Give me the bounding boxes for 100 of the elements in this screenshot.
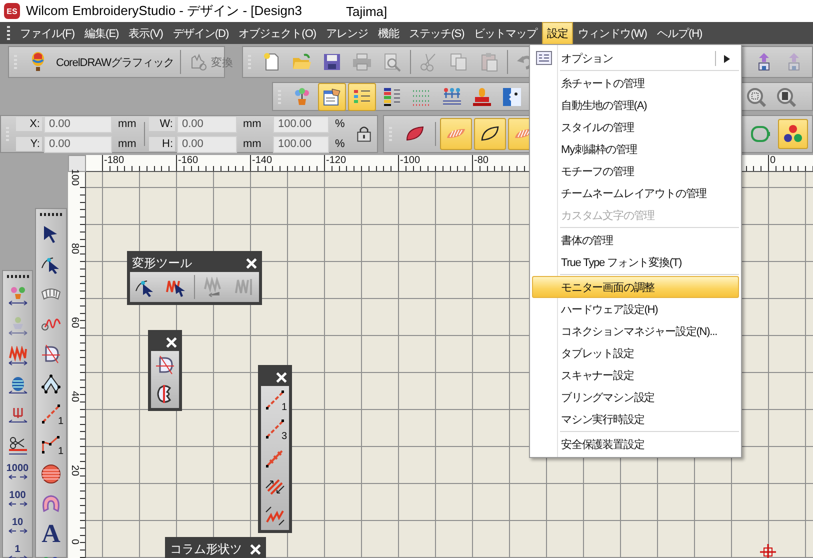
color-bars-icon bbox=[382, 86, 402, 106]
menu-item[interactable]: マシン実行時設定 bbox=[532, 408, 739, 430]
field-label: H: bbox=[149, 137, 175, 151]
input-field[interactable]: 100.00 bbox=[273, 136, 329, 152]
flower-arrows-icon bbox=[8, 286, 28, 306]
unit-label: % bbox=[334, 138, 346, 150]
document-hand-icon bbox=[322, 86, 342, 106]
menu-item[interactable]: タブレット設定 bbox=[532, 342, 739, 364]
close-button[interactable] bbox=[246, 258, 257, 268]
menu-item[interactable]: ステッチ(S) bbox=[404, 22, 470, 44]
hoop-icon bbox=[751, 124, 771, 144]
menu-item[interactable]: ハードウェア設定(H) bbox=[532, 298, 739, 320]
dashed-line-icon bbox=[265, 419, 285, 439]
menu-item[interactable]: True Type フォント変換(T) bbox=[532, 251, 739, 273]
menu-item[interactable]: オプション bbox=[532, 47, 739, 69]
menu-item[interactable]: スタイルの管理 bbox=[532, 116, 739, 138]
input-field[interactable]: 0.00 bbox=[44, 116, 112, 132]
step-size-button[interactable]: 10 bbox=[3, 515, 32, 541]
input-field[interactable]: 0.00 bbox=[177, 136, 237, 152]
unit-label: mm bbox=[242, 138, 262, 150]
tool-button[interactable] bbox=[474, 118, 506, 150]
close-icon bbox=[246, 258, 257, 268]
menu-item[interactable]: アレンジ bbox=[321, 22, 374, 44]
window-title: Wilcom EmbroideryStudio - デザイン - [Design3 bbox=[26, 2, 302, 20]
unit-label: % bbox=[334, 118, 346, 130]
copy-icon bbox=[449, 52, 469, 72]
menu-item[interactable]: チームネームレイアウトの管理 bbox=[532, 182, 739, 204]
field-label: X: bbox=[16, 117, 42, 131]
menu-item[interactable]: デザイン(D) bbox=[168, 22, 234, 44]
arrow-line-icon bbox=[265, 448, 285, 468]
close-button[interactable] bbox=[166, 336, 177, 348]
tool-button[interactable] bbox=[348, 82, 376, 110]
zigzag-arrows-icon bbox=[8, 346, 28, 366]
step-size-button[interactable]: 100 bbox=[3, 488, 32, 514]
menu-item[interactable]: ブリングマシン設定 bbox=[532, 386, 739, 408]
scissors-icon bbox=[8, 436, 28, 456]
ruler-number: -160 bbox=[176, 155, 198, 166]
dashed-line-icon bbox=[41, 404, 61, 424]
input-field[interactable]: 0.00 bbox=[44, 136, 112, 152]
menu-item[interactable]: ヘルプ(H) bbox=[652, 22, 708, 44]
letter-shape-icon bbox=[155, 355, 175, 375]
menu-item[interactable]: ウィンドウ(W) bbox=[573, 22, 652, 44]
zigzag-arrow-icon bbox=[203, 277, 223, 297]
ruler-number: 80 bbox=[69, 243, 80, 254]
step-size-button[interactable]: 1 bbox=[3, 542, 32, 558]
people-icon bbox=[442, 86, 462, 106]
menu-item[interactable]: スキャナー設定 bbox=[532, 364, 739, 386]
stamp-icon bbox=[472, 86, 492, 106]
menu-item[interactable]: 表示(V) bbox=[124, 22, 168, 44]
menu-item[interactable]: 自動生地の管理(A) bbox=[532, 94, 739, 116]
page-magnifier-icon bbox=[382, 52, 402, 72]
menu-item[interactable]: ビットマップ bbox=[469, 22, 542, 44]
striped-circle-icon bbox=[41, 464, 61, 484]
tool-button[interactable]: 3 bbox=[261, 415, 289, 443]
ring-icon bbox=[41, 494, 61, 514]
unit-label: mm bbox=[117, 118, 138, 130]
menu-item[interactable]: モチーフの管理 bbox=[532, 160, 739, 182]
zoom-icon bbox=[746, 86, 766, 106]
polyline-icon bbox=[41, 434, 61, 454]
ruler-number: 60 bbox=[69, 317, 80, 328]
close-icon bbox=[250, 544, 261, 554]
menu-item[interactable]: 書体の管理 bbox=[532, 229, 739, 251]
step-size-button[interactable]: 1000 bbox=[3, 461, 32, 487]
menu-item[interactable]: オブジェクト(O) bbox=[234, 22, 322, 44]
menu-item[interactable]: 安全保護装置設定 bbox=[532, 433, 739, 455]
close-button[interactable] bbox=[276, 372, 287, 382]
menu-item[interactable]: 機能 bbox=[373, 22, 404, 44]
input-field[interactable]: 100.00 bbox=[273, 116, 329, 132]
toolbar-label: CorelDRAWグラフィック bbox=[56, 56, 174, 70]
tool-button[interactable]: 1 bbox=[36, 399, 66, 428]
clipboard-icon bbox=[479, 52, 499, 72]
menu-item[interactable]: ファイル(F) bbox=[15, 22, 80, 44]
ruler-number: 20 bbox=[69, 465, 80, 476]
tool-button[interactable] bbox=[778, 119, 808, 149]
palette-title: 変形ツール bbox=[132, 254, 192, 272]
input-field[interactable]: 0.00 bbox=[177, 116, 237, 132]
crosshair-icon bbox=[760, 544, 776, 558]
menu-item[interactable]: 糸チャートの管理 bbox=[532, 72, 739, 94]
ruler-number: -80 bbox=[472, 155, 488, 166]
polygon-icon bbox=[41, 374, 61, 394]
tool-button[interactable]: 1 bbox=[36, 429, 66, 458]
menu-item[interactable]: コネクションマネジャー設定(N)... bbox=[532, 320, 739, 342]
color-circles-icon bbox=[783, 124, 803, 144]
flower-pot-icon bbox=[292, 86, 312, 106]
menu-item[interactable]: 編集(E) bbox=[80, 22, 124, 44]
ruler-number: 40 bbox=[69, 391, 80, 402]
double-arrow-icon bbox=[8, 501, 28, 507]
field-label: Y: bbox=[16, 137, 42, 151]
ruler-number: 100 bbox=[69, 169, 80, 186]
menu-item[interactable]: 設定 bbox=[542, 22, 574, 44]
options-icon bbox=[536, 51, 552, 65]
menu-item[interactable]: モニター画面の調整 bbox=[532, 276, 739, 298]
printer-icon bbox=[352, 52, 372, 72]
field-label: W: bbox=[149, 117, 175, 131]
zigzag-arrows-icon bbox=[265, 506, 285, 526]
menu-item[interactable]: My刺繍枠の管理 bbox=[532, 138, 739, 160]
text-tool-button[interactable]: A bbox=[36, 519, 66, 548]
tool-button[interactable]: 1 bbox=[261, 386, 289, 414]
ruler-number: 0 bbox=[768, 155, 776, 166]
close-button[interactable] bbox=[250, 544, 261, 554]
